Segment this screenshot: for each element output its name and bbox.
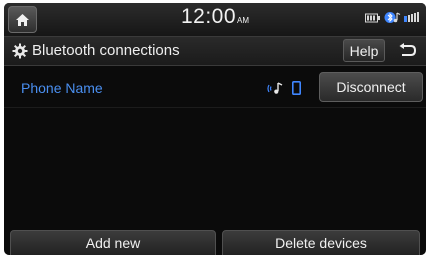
back-arrow-icon [399,42,417,56]
status-bar: 12:00AM [4,3,426,37]
phone-icon [292,81,301,95]
battery-icon [365,13,380,22]
delete-devices-button[interactable]: Delete devices [222,230,420,255]
gear-icon [12,43,28,59]
back-button[interactable] [391,39,423,62]
clock: 12:00AM [4,5,426,29]
signal-icon [404,12,419,22]
bottom-bar: Add new Delete devices [4,230,426,255]
device-row[interactable]: Phone Name Disconnect [4,69,426,108]
title-bar: Bluetooth connections Help [4,37,426,66]
help-button[interactable]: Help [343,39,385,62]
clock-time: 12:00 [180,5,237,28]
bluetooth-audio-icon [384,12,401,23]
disconnect-button[interactable]: Disconnect [319,72,423,102]
device-icons [267,81,301,95]
device-name[interactable]: Phone Name [21,80,103,96]
screen: 12:00AM Bluetooth connections Help Phone… [4,3,426,255]
clock-ampm: AM [237,16,250,25]
page-title: Bluetooth connections [32,42,180,59]
bluetooth-audio-icon [267,81,283,94]
add-new-button[interactable]: Add new [10,230,216,255]
status-icons [365,11,420,24]
